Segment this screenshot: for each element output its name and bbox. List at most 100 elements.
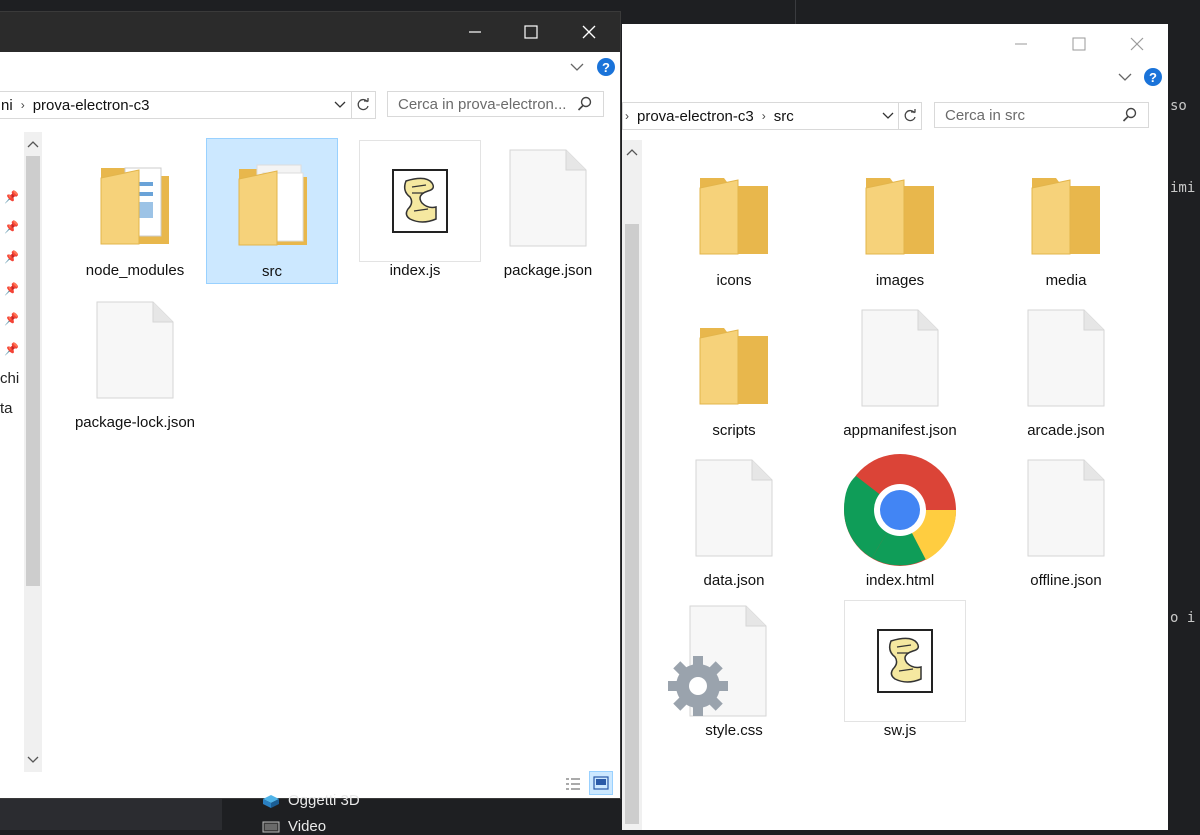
breadcrumb-item[interactable]: ni [0,97,21,114]
ribbon-bar: ? [0,52,620,82]
nav-pane-scrollbar[interactable] [622,140,642,830]
file-item-label: images [875,272,925,289]
maximize-icon [1072,37,1086,51]
scroll-down-icon [27,756,39,763]
file-item-sw-js[interactable]: sw.js [834,598,966,744]
file-item-label: index.js [389,262,441,279]
file-item-media[interactable]: media [1000,148,1132,294]
json-file-icon [508,148,588,248]
folder-icon [1026,158,1106,258]
file-item-label: style.css [705,722,763,739]
json-file-icon [95,300,175,400]
nav-pane-scrollbar[interactable] [24,132,42,772]
folder-icon [95,148,175,248]
minimize-button[interactable] [992,24,1050,70]
address-bar[interactable]: › prova-electron-c3 › src [622,102,922,130]
file-item-label: scripts [712,422,756,439]
nav-item-label[interactable]: chi [0,370,19,387]
quick-access-pin-icon[interactable]: 📌 [4,342,19,356]
quick-access-pin-icon[interactable]: 📌 [4,250,19,264]
file-item-images[interactable]: images [834,148,966,294]
nav-pane-scroll-thumb[interactable] [625,224,639,824]
close-button[interactable] [1108,24,1166,70]
file-item-package-lock-json[interactable]: package-lock.json [69,290,201,436]
minimize-icon [469,31,481,33]
maximize-button[interactable] [1050,24,1108,70]
address-history-dropdown[interactable] [331,101,349,109]
file-item-index-js[interactable]: index.js [349,138,481,284]
script-file-icon [844,600,966,722]
explorer-window-prova-electron-c3: ? ni › prova-electron-c3 Cerca in prova-… [0,12,620,798]
details-view-button[interactable] [562,774,584,794]
file-item-label: appmanifest.json [843,422,957,439]
nav-item-label: Video [288,818,327,835]
large-icons-view-button[interactable] [589,771,613,795]
breadcrumb-item[interactable]: src [766,108,802,125]
file-item-node-modules[interactable]: node_modules [69,138,201,284]
title-bar[interactable] [0,12,620,52]
close-icon [582,25,596,39]
file-item-label: offline.json [1030,572,1102,589]
file-item-scripts[interactable]: scripts [668,298,800,444]
file-item-style-css[interactable]: style.css [668,598,800,744]
folder-icon [233,149,313,249]
chevron-down-icon [334,101,346,108]
nav-pane-scroll-thumb[interactable] [26,156,40,586]
video-icon [262,821,280,832]
background-code-fragment: o i [1170,610,1196,626]
background-code-fragment: imi [1170,180,1196,196]
file-item-label: index.html [865,572,935,589]
address-bar[interactable]: ni › prova-electron-c3 [0,91,376,119]
file-item-icons[interactable]: icons [668,148,800,294]
folder-icon [860,158,940,258]
nav-item-label[interactable]: ta [0,400,13,417]
ribbon-expand-chevron-icon[interactable] [570,62,584,72]
file-list-pane: node_modules src index.js package.json p… [44,130,620,770]
refresh-button[interactable] [351,92,374,118]
quick-access-pin-icon[interactable]: 📌 [4,190,19,204]
chevron-down-icon [882,112,894,119]
address-history-dropdown[interactable] [879,112,897,120]
help-icon[interactable]: ? [597,58,615,76]
chrome-icon [842,452,958,568]
refresh-button[interactable] [898,103,921,129]
quick-access-pin-icon[interactable]: 📌 [4,312,19,326]
json-file-icon [860,308,940,408]
navigation-pane: 📌 📌 📌 📌 📌 📌 chi ta [0,132,44,772]
breadcrumb-item[interactable]: prova-electron-c3 [629,108,762,125]
file-item-src[interactable]: src [206,138,338,284]
search-placeholder: Cerca in src [945,106,1026,124]
file-item-label: node_modules [85,262,185,279]
file-item-appmanifest-json[interactable]: appmanifest.json [834,298,966,444]
breadcrumb-item[interactable]: prova-electron-c3 [25,97,158,114]
search-input[interactable]: Cerca in src [934,102,1149,128]
file-item-label: data.json [703,572,765,589]
file-item-index-html[interactable]: index.html [834,448,966,594]
help-icon[interactable]: ? [1144,68,1162,86]
ribbon-expand-chevron-icon[interactable] [1118,72,1132,82]
nav-item-3d-objects[interactable]: Oggetti 3D [262,792,360,809]
nav-item-label: Oggetti 3D [288,792,360,809]
file-item-package-json[interactable]: package.json [482,138,614,284]
file-item-label: package.json [503,262,593,279]
quick-access-pin-icon[interactable]: 📌 [4,220,19,234]
file-item-offline-json[interactable]: offline.json [1000,448,1132,594]
file-item-arcade-json[interactable]: arcade.json [1000,298,1132,444]
scroll-up-icon [27,141,39,148]
file-item-label: arcade.json [1027,422,1105,439]
large-icons-view-icon [593,776,609,790]
file-list-pane-src: icons images media scripts appmanifest.j… [622,140,1168,830]
file-item-data-json[interactable]: data.json [668,448,800,594]
quick-access-pin-icon[interactable]: 📌 [4,282,19,296]
background-code-fragment: so [1170,98,1187,114]
file-item-label: src [262,263,282,280]
refresh-icon [357,98,369,111]
search-icon [577,96,592,111]
nav-item-video[interactable]: Video [262,818,326,835]
folder-icon [694,158,774,258]
3d-objects-icon [263,794,279,808]
search-input[interactable]: Cerca in prova-electron... [387,91,604,117]
background-terminal-strip [0,798,222,830]
json-file-icon [694,458,774,558]
explorer-window-src: ? › prova-electron-c3 › src Cerca in src… [622,24,1168,830]
